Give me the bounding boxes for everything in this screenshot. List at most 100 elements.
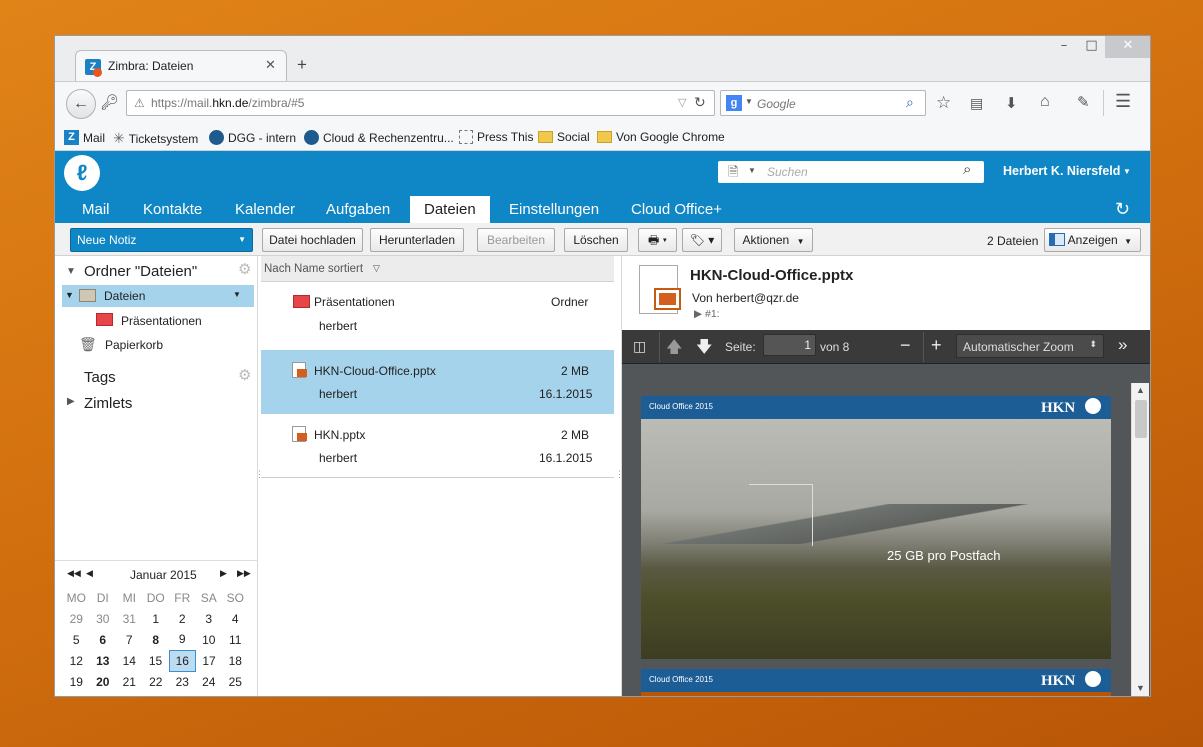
tab-cloud-office[interactable]: Cloud Office+ xyxy=(631,196,722,223)
folder-dateien[interactable]: ▼ Dateien ▼ xyxy=(62,285,254,307)
calendar-day[interactable]: 26 xyxy=(63,692,90,697)
folder-header[interactable]: Ordner "Dateien" xyxy=(84,263,197,280)
more-tools-icon[interactable]: » xyxy=(1118,335,1127,355)
browser-tab[interactable]: Z Zimbra: Dateien ✕ xyxy=(75,50,287,82)
tab-mail[interactable]: Mail xyxy=(82,196,110,223)
edit-button[interactable]: Bearbeiten xyxy=(477,228,555,252)
home-icon[interactable]: ⌂ xyxy=(1040,93,1050,111)
upload-button[interactable]: Datei hochladen xyxy=(262,228,363,252)
calendar-day[interactable]: 10 xyxy=(196,629,223,650)
next-month-icon[interactable]: ▶ xyxy=(220,568,227,579)
identity-key-icon[interactable]: 🔑︎ xyxy=(100,93,119,111)
back-button[interactable]: ← xyxy=(66,89,96,119)
search-engine-field[interactable]: g ▼ Google ⌕ xyxy=(720,90,926,116)
tab-einstellungen[interactable]: Einstellungen xyxy=(509,196,599,223)
maximize-button[interactable]: □ xyxy=(1078,36,1105,58)
bookmark-social[interactable]: Social xyxy=(538,130,590,144)
calendar-day[interactable]: 31 xyxy=(196,692,223,697)
scroll-up-icon[interactable]: ▲ xyxy=(1136,385,1145,395)
list-item[interactable]: Präsentationen Ordner herbert xyxy=(261,286,614,346)
pdf-scrollbar[interactable]: ▲ ▼ xyxy=(1131,383,1149,696)
calendar-day[interactable]: 20 xyxy=(90,671,117,692)
calendar-day[interactable]: 1 xyxy=(222,692,249,697)
calendar-day[interactable]: 6 xyxy=(90,629,117,650)
folder-menu-icon[interactable]: ▼ xyxy=(233,290,241,299)
tab-kalender[interactable]: Kalender xyxy=(235,196,295,223)
zoom-in-icon[interactable]: + xyxy=(931,335,942,356)
calendar-day[interactable]: 15 xyxy=(143,650,170,671)
google-icon[interactable]: g xyxy=(726,95,742,111)
collapse-folders-icon[interactable]: ▼ xyxy=(66,266,76,277)
expand-zimlets-icon[interactable]: ▶ xyxy=(67,396,75,407)
zoom-select[interactable]: Automatischer Zoom ⬍ xyxy=(956,334,1104,358)
print-button[interactable]: 🖶︎ ▾ xyxy=(638,228,677,252)
refresh-icon[interactable]: ↻ xyxy=(1115,199,1130,220)
next-year-icon[interactable]: ▶▶ xyxy=(237,568,251,579)
prev-page-icon[interactable]: 🡅︎ xyxy=(666,336,682,363)
bookmark-press-this[interactable]: Press This xyxy=(459,130,533,144)
reload-icon[interactable]: ↻ xyxy=(694,94,706,111)
tags-header[interactable]: Tags xyxy=(84,369,116,386)
calendar-day[interactable]: 12 xyxy=(63,650,90,671)
folder-papierkorb[interactable]: 🗑︎ Papierkorb xyxy=(79,336,229,356)
calendar-day[interactable]: 17 xyxy=(196,650,223,671)
calendar-day[interactable]: 25 xyxy=(222,671,249,692)
calendar-day[interactable]: 27 xyxy=(90,692,117,697)
calendar-month[interactable]: Januar 2015 xyxy=(130,568,197,582)
new-dropdown-icon[interactable]: ▼ xyxy=(238,229,246,251)
expand-icon[interactable]: ▼ xyxy=(65,290,74,300)
list-item[interactable]: HKN.pptx 2 MB herbert 16.1.2015 xyxy=(261,416,614,478)
calendar-day[interactable]: 2 xyxy=(169,608,196,629)
url-field[interactable]: ⚠ https://mail.hkn.de/zimbra/#5 ▽ ↻ xyxy=(126,90,715,116)
dropdown-arrow-icon[interactable]: ▽ xyxy=(678,96,686,109)
prev-year-icon[interactable]: ◀◀ xyxy=(67,568,81,579)
calendar-day[interactable]: 9 xyxy=(169,629,196,650)
calendar-day[interactable]: 4 xyxy=(222,608,249,629)
addon-icon[interactable]: ✎ xyxy=(1077,93,1090,111)
zimbra-search-field[interactable]: 🗎︎ ▼ Suchen ⌕ xyxy=(718,161,984,183)
calendar-day[interactable]: 13 xyxy=(90,650,117,671)
bookmark-google-chrome[interactable]: Von Google Chrome xyxy=(597,130,725,144)
sidebar-toggle-icon[interactable]: ◫ xyxy=(633,338,646,355)
calendar-day[interactable]: 8 xyxy=(143,629,170,650)
close-tab-icon[interactable]: ✕ xyxy=(265,57,276,73)
tag-button[interactable]: 🏷︎ ▾ xyxy=(682,228,722,252)
new-note-button[interactable]: Neue Notiz ▼ xyxy=(70,228,253,252)
bookmarks-list-icon[interactable]: ▤ xyxy=(970,95,983,112)
zimlets-header[interactable]: Zimlets xyxy=(84,395,132,412)
calendar-day[interactable]: 30 xyxy=(169,692,196,697)
calendar-day[interactable]: 22 xyxy=(143,671,170,692)
calendar-day[interactable]: 11 xyxy=(222,629,249,650)
calendar-day[interactable]: 31 xyxy=(116,608,143,629)
list-item[interactable]: HKN-Cloud-Office.pptx 2 MB herbert 16.1.… xyxy=(261,350,614,414)
search-icon[interactable]: ⌕ xyxy=(906,94,914,111)
calendar-day[interactable]: 3 xyxy=(196,608,223,629)
calendar-day[interactable]: 14 xyxy=(116,650,143,671)
calendar-day[interactable]: 24 xyxy=(196,671,223,692)
next-page-icon[interactable]: 🡇︎ xyxy=(696,336,712,363)
zoom-out-icon[interactable]: − xyxy=(900,335,911,356)
bookmark-cloud[interactable]: Cloud & Rechenzentru... xyxy=(304,130,454,145)
download-button[interactable]: Herunterladen xyxy=(370,228,464,252)
document-icon[interactable]: 🗎︎ xyxy=(728,163,738,185)
calendar-day[interactable]: 30 xyxy=(90,608,117,629)
bookmark-dgg[interactable]: DGG - intern xyxy=(209,130,296,145)
close-window-button[interactable]: ✕ xyxy=(1105,36,1150,58)
list-sort-header[interactable]: Nach Name sortiert ▽ xyxy=(261,256,614,282)
folder-praesentationen[interactable]: Präsentationen xyxy=(95,312,245,332)
tab-kontakte[interactable]: Kontakte xyxy=(143,196,202,223)
calendar-day[interactable]: 16 xyxy=(168,649,196,672)
bookmark-mail[interactable]: Z Mail xyxy=(64,130,105,145)
calendar-day[interactable]: 28 xyxy=(116,692,143,697)
bookmark-star-icon[interactable]: ☆ xyxy=(936,93,951,113)
actions-button[interactable]: Aktionen ▼ xyxy=(734,228,813,252)
calendar-day[interactable]: 29 xyxy=(63,608,90,629)
tab-dateien[interactable]: Dateien xyxy=(410,196,490,223)
calendar-day[interactable]: 18 xyxy=(222,650,249,671)
scroll-down-icon[interactable]: ▼ xyxy=(1136,683,1145,693)
download-icon[interactable]: ⬇ xyxy=(1005,94,1018,112)
page-number-input[interactable]: 1 xyxy=(763,334,816,356)
settings-gear-icon[interactable]: ⚙ xyxy=(238,260,251,278)
tab-aufgaben[interactable]: Aufgaben xyxy=(326,196,390,223)
view-button[interactable]: Anzeigen ▼ xyxy=(1044,228,1141,252)
